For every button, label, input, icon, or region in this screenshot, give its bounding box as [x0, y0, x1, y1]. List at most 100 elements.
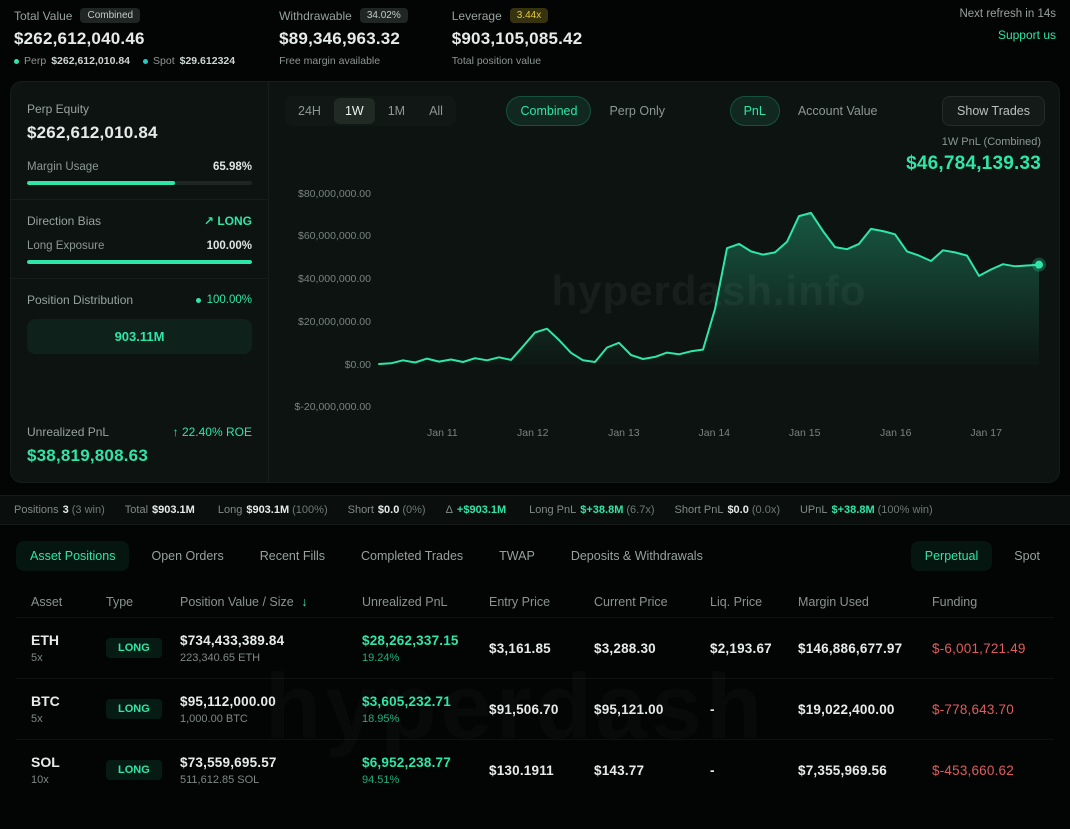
- long-badge: LONG: [106, 699, 162, 719]
- x-tick: Jan 12: [517, 427, 549, 439]
- chart-controls: 24H 1W 1M All Combined Perp Only PnL Acc…: [285, 96, 1045, 126]
- position-size: 511,612.85 SOL: [180, 774, 362, 786]
- position-value: $734,433,389.84: [180, 633, 362, 648]
- support-us-link[interactable]: Support us: [998, 28, 1056, 42]
- range-tab-all[interactable]: All: [418, 98, 454, 124]
- time-range-tabs: 24H 1W 1M All: [285, 96, 456, 126]
- funding-value: $-778,643.70: [932, 702, 1054, 717]
- withdrawable-label: Withdrawable: [279, 9, 352, 23]
- margin-usage-fill: [27, 181, 175, 185]
- long-exposure-bar: [27, 260, 252, 264]
- current-price: $143.77: [594, 763, 710, 778]
- y-tick: $-20,000,000.00: [295, 401, 371, 413]
- total-value-stat: Total Value Combined $262,612,040.46 Per…: [14, 8, 235, 67]
- upnl-pct: 19.24%: [362, 652, 489, 664]
- table-row-btc[interactable]: BTC 5x LONG $95,112,000.00 1,000.00 BTC …: [16, 678, 1054, 739]
- col-header-funding[interactable]: Funding: [932, 595, 1054, 609]
- col-header-type[interactable]: Type: [106, 595, 180, 609]
- roe-value: ↑ 22.40% ROE: [173, 425, 252, 439]
- leverage-subtext: Total position value: [452, 55, 583, 67]
- current-price: $95,121.00: [594, 702, 710, 717]
- margin-used: $146,886,677.97: [798, 641, 932, 656]
- asset-leverage: 5x: [31, 652, 106, 664]
- type-cell: LONG: [106, 760, 180, 780]
- col-header-unrealized-pnl[interactable]: Unrealized PnL: [362, 595, 489, 609]
- metric-toggle-account-value[interactable]: Account Value: [784, 96, 892, 126]
- col-header-current-price[interactable]: Current Price: [594, 595, 710, 609]
- summary-long-pnl: Long PnL$+38.8M(6.7x): [529, 504, 654, 516]
- source-toggle-combined[interactable]: Combined: [506, 96, 591, 126]
- position-distribution-value: 100.00%: [196, 294, 252, 306]
- margin-usage-bar: [27, 181, 252, 185]
- asset-cell: ETH 5x: [31, 632, 106, 664]
- entry-price: $130.1911: [489, 763, 594, 778]
- spot-label: Spot: [153, 55, 175, 67]
- table-header-row: Asset Type Position Value / Size ↓ Unrea…: [16, 595, 1054, 617]
- metric-toggle-pnl[interactable]: PnL: [730, 96, 780, 126]
- total-value-amount: $262,612,040.46: [14, 29, 235, 49]
- top-stats-group: Total Value Combined $262,612,040.46 Per…: [14, 8, 582, 67]
- asset-cell: BTC 5x: [31, 693, 106, 725]
- roe-text: 22.40% ROE: [182, 425, 252, 439]
- x-tick: Jan 16: [880, 427, 912, 439]
- summary-upnl: UPnL$+38.8M(100% win): [800, 504, 933, 516]
- panel-divider: [11, 199, 268, 200]
- funding-cell: $-453,660.62: [932, 763, 1054, 778]
- current-price-cell: $143.77: [594, 763, 710, 778]
- liq-price-cell: -: [710, 763, 798, 778]
- current-price-cell: $3,288.30: [594, 641, 710, 656]
- leverage-stat: Leverage 3.44x $903,105,085.42 Total pos…: [452, 8, 583, 67]
- long-badge: LONG: [106, 760, 162, 780]
- y-tick: $20,000,000.00: [298, 316, 371, 328]
- tab-recent-fills[interactable]: Recent Fills: [246, 541, 339, 571]
- tab-twap[interactable]: TWAP: [485, 541, 549, 571]
- range-tab-1m[interactable]: 1M: [377, 98, 416, 124]
- asset-leverage: 10x: [31, 774, 106, 786]
- source-toggle-perp-only[interactable]: Perp Only: [595, 96, 679, 126]
- liq-price-cell: $2,193.67: [710, 641, 798, 656]
- distribution-dot-icon: [196, 298, 201, 303]
- positions-section: hyperdash Asset Positions Open Orders Re…: [0, 525, 1070, 800]
- show-trades-button[interactable]: Show Trades: [942, 96, 1045, 126]
- position-value: $73,559,695.57: [180, 755, 362, 770]
- position-value-cell: $734,433,389.84 223,340.65 ETH: [180, 633, 362, 664]
- tab-completed-trades[interactable]: Completed Trades: [347, 541, 477, 571]
- unrealized-pnl-label: Unrealized PnL: [27, 425, 109, 439]
- summary-short: Short$0.0(0%): [348, 504, 426, 516]
- position-value-cell: $73,559,695.57 511,612.85 SOL: [180, 755, 362, 786]
- upnl-cell: $3,605,232.71 18.95%: [362, 694, 489, 725]
- tab-perpetual[interactable]: Perpetual: [911, 541, 993, 571]
- asset-symbol: SOL: [31, 754, 106, 770]
- x-tick: Jan 11: [427, 427, 458, 439]
- pnl-line-chart[interactable]: [379, 183, 1039, 418]
- col-header-asset[interactable]: Asset: [31, 595, 106, 609]
- col-header-entry-price[interactable]: Entry Price: [489, 595, 594, 609]
- range-tab-1w[interactable]: 1W: [334, 98, 375, 124]
- tab-deposits-withdrawals[interactable]: Deposits & Withdrawals: [557, 541, 717, 571]
- pnl-chart-plot[interactable]: hyperdash.info: [379, 183, 1039, 418]
- pnl-readout-label: 1W PnL (Combined): [285, 136, 1041, 148]
- table-row-eth[interactable]: ETH 5x LONG $734,433,389.84 223,340.65 E…: [16, 617, 1054, 678]
- col-header-position-value[interactable]: Position Value / Size ↓: [180, 595, 362, 609]
- summary-long: Long$903.1M(100%): [218, 504, 328, 516]
- tab-open-orders[interactable]: Open Orders: [137, 541, 237, 571]
- funding-value: $-6,001,721.49: [932, 641, 1054, 656]
- tab-asset-positions[interactable]: Asset Positions: [16, 541, 129, 571]
- direction-bias-text: LONG: [217, 214, 252, 228]
- direction-bias-value: ↗ LONG: [204, 214, 252, 228]
- col-header-liq-price[interactable]: Liq. Price: [710, 595, 798, 609]
- long-badge: LONG: [106, 638, 162, 658]
- tab-spot[interactable]: Spot: [1000, 541, 1054, 571]
- funding-value: $-453,660.62: [932, 763, 1054, 778]
- entry-price-cell: $3,161.85: [489, 641, 594, 656]
- direction-bias-label: Direction Bias: [27, 214, 101, 228]
- col-header-margin-used[interactable]: Margin Used: [798, 595, 932, 609]
- liq-price: $2,193.67: [710, 641, 798, 656]
- position-distribution-label: Position Distribution: [27, 293, 133, 307]
- range-tab-24h[interactable]: 24H: [287, 98, 332, 124]
- entry-price-cell: $130.1911: [489, 763, 594, 778]
- table-row-sol[interactable]: SOL 10x LONG $73,559,695.57 511,612.85 S…: [16, 739, 1054, 800]
- entry-price-cell: $91,506.70: [489, 702, 594, 717]
- position-size: 1,000.00 BTC: [180, 713, 362, 725]
- summary-short-pnl: Short PnL$0.0(0.0x): [675, 504, 780, 516]
